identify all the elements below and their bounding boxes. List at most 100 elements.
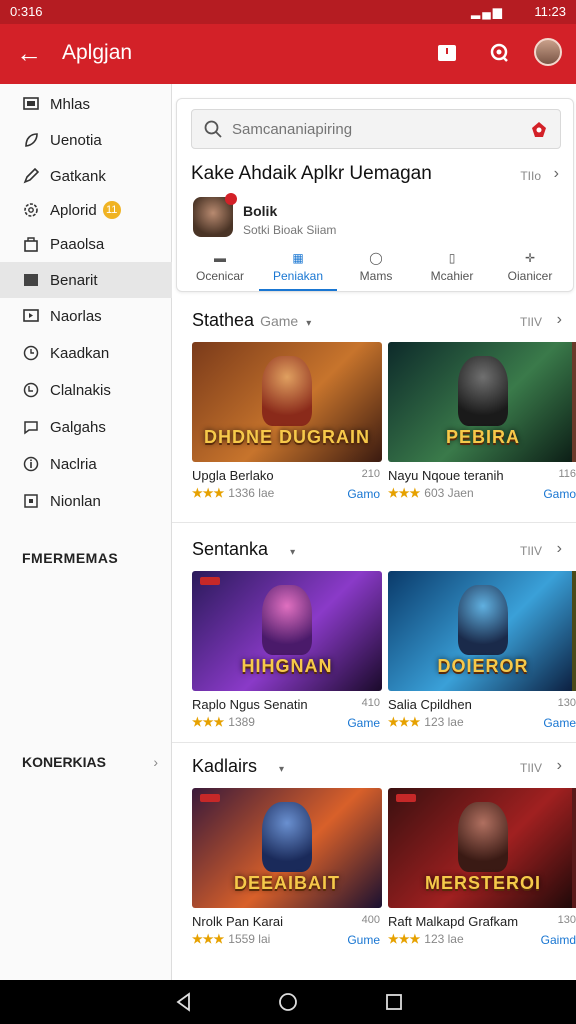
chevron-right-icon[interactable]: ›: [557, 540, 562, 558]
sidebar-item-label: Clalnakis: [50, 381, 111, 399]
game-logo-text: DOIEROR: [437, 656, 529, 676]
sidebar: Mhlas Uenotia Gatkank Aplorid 11 Paaolsa…: [0, 84, 172, 980]
game-art: HIHGNAN: [192, 571, 382, 691]
chevron-right-icon[interactable]: ›: [554, 165, 559, 183]
sidebar-item-aplorid[interactable]: Aplorid 11: [0, 192, 172, 228]
sidebar-item-benarit[interactable]: Benarit: [0, 262, 172, 298]
tab-peniakan[interactable]: ▦ Peniakan: [259, 249, 337, 291]
status-clock: 11:23: [534, 4, 566, 19]
tab-mcahier[interactable]: ▯ Mcahier: [413, 249, 491, 291]
search-input[interactable]: [232, 119, 522, 139]
game-card[interactable]: DOIEROR Salia Cpildhen 130 ★★★ 123 lae Ga…: [388, 571, 576, 730]
rating-count: 1389: [228, 715, 255, 729]
star-icon: ★★★: [388, 715, 421, 729]
game-art: MERSTEROI: [388, 788, 576, 908]
rating-count: 1559 lai: [228, 932, 271, 946]
pen-icon: [22, 167, 40, 185]
dropdown-icon[interactable]: ▾: [279, 764, 284, 775]
game-card-peek[interactable]: [572, 342, 576, 462]
game-art: DEEAIBAIT: [192, 788, 382, 908]
nav-home-icon[interactable]: [276, 990, 300, 1014]
rating-count: 1336 lae: [228, 486, 275, 500]
sidebar-item-uenotia[interactable]: Uenotia: [0, 122, 172, 158]
sidebar-item-clalnakis[interactable]: Clalnakis: [0, 372, 172, 408]
back-arrow-icon[interactable]: ←: [16, 38, 42, 68]
game-rating: ★★★ 1336 lae: [192, 486, 274, 500]
nav-back-icon[interactable]: [172, 990, 196, 1014]
search-bar[interactable]: [191, 109, 561, 149]
game-size: 116: [558, 468, 576, 480]
game-name: Raplo Ngus Senatin: [192, 697, 308, 712]
tv-icon: [22, 307, 40, 325]
section-more-label[interactable]: TIIV: [520, 315, 542, 329]
game-name: Upgla Berlako: [192, 468, 274, 483]
section-divider: [172, 742, 576, 743]
nav-recents-icon[interactable]: [382, 990, 406, 1014]
chat-icon: [22, 418, 40, 436]
featured-more-label[interactable]: TIIo: [520, 169, 541, 183]
game-card[interactable]: DHDNE DUGRAIN Upgla Berlako 210 ★★★ 1336 …: [192, 342, 382, 501]
sidebar-item-gatkank[interactable]: Gatkank: [0, 158, 172, 194]
sidebar-item-label: Paaolsa: [50, 235, 105, 253]
info-icon[interactable]: [434, 40, 460, 66]
section-title: Sentanka ▾: [192, 539, 295, 560]
section-more-label[interactable]: TIIV: [520, 761, 542, 775]
game-card[interactable]: MERSTEROI Raft Malkapd Grafkam 130 ★★★ 12…: [388, 788, 576, 947]
game-hero: [458, 585, 508, 655]
game-logo-text: HIHGNAN: [241, 656, 333, 676]
tab-ocenicar[interactable]: ▬ Ocenicar: [181, 249, 259, 291]
game-art: DOIEROR: [388, 571, 576, 691]
game-badge: [200, 794, 220, 802]
game-category: Gaimd: [540, 933, 576, 947]
sidebar-item-nionlan[interactable]: Nionlan: [0, 483, 172, 519]
game-rating: ★★★ 603 Jaen: [388, 486, 474, 500]
rating-count: 603 Jaen: [424, 486, 474, 500]
chevron-right-icon: ›: [153, 754, 158, 770]
section-title: Kadlairs ▾: [192, 756, 284, 777]
sidebar-item-label: Galgahs: [50, 418, 106, 436]
featured-app-icon[interactable]: [193, 193, 237, 237]
featured-app-subtitle: Sotki Bioak Siiam: [243, 223, 337, 237]
sidebar-item-mhlas[interactable]: Mhlas: [0, 86, 172, 122]
tab-oianicer[interactable]: ✛ Oianicer: [491, 249, 569, 291]
game-card-peek[interactable]: [572, 788, 576, 908]
clock-icon: [22, 344, 40, 362]
sidebar-more-link[interactable]: KONERKIAS ›: [22, 754, 158, 770]
tab-label: Oianicer: [507, 269, 553, 283]
section-title-text: Kadlairs: [192, 756, 258, 776]
game-card[interactable]: HIHGNAN Raplo Ngus Senatin 410 ★★★ 1389 G…: [192, 571, 382, 730]
game-category: Game: [543, 716, 576, 730]
section-more-label[interactable]: TIIV: [520, 544, 542, 558]
status-bar: 0:316 ▂▄▆ 11:23: [0, 0, 576, 24]
game-card-peek[interactable]: [572, 571, 576, 691]
rating-count: 123 lae: [424, 932, 464, 946]
game-category: Game: [347, 716, 380, 730]
dropdown-icon[interactable]: ▾: [306, 318, 311, 329]
sidebar-item-galgahs[interactable]: Galgahs: [0, 409, 172, 445]
account-search-icon[interactable]: [486, 40, 512, 66]
tab-mams[interactable]: ◯ Mams: [337, 249, 415, 291]
info-circle-icon: [22, 455, 40, 473]
section-title-text: Sentanka: [192, 539, 269, 559]
avatar[interactable]: [534, 38, 562, 66]
settings-icon: [22, 201, 40, 219]
category-tabs: ▬ Ocenicar ▦ Peniakan ◯ Mams ▯ Mcahier ✛…: [177, 249, 573, 291]
game-card[interactable]: PEBIRA Nayu Nqoue teranih 116 ★★★ 603 Jae…: [388, 342, 576, 501]
tab-icon: ▯: [448, 251, 456, 265]
tab-label: Peniakan: [272, 269, 324, 283]
sidebar-item-paaolsa[interactable]: Paaolsa: [0, 226, 172, 262]
game-size: 210: [361, 468, 380, 480]
chevron-right-icon[interactable]: ›: [557, 311, 562, 329]
box-icon: [22, 492, 40, 510]
sidebar-item-naclria[interactable]: Naclria: [0, 446, 172, 482]
mic-icon[interactable]: [530, 121, 548, 144]
dropdown-icon[interactable]: ▾: [290, 547, 295, 558]
sidebar-item-naorlas[interactable]: Naorlas: [0, 298, 172, 334]
notification-badge: 11: [102, 201, 121, 219]
game-hero: [458, 356, 508, 426]
sidebar-item-kaadkan[interactable]: Kaadkan: [0, 335, 172, 371]
sidebar-item-label: Nionlan: [50, 492, 101, 510]
chevron-right-icon[interactable]: ›: [557, 757, 562, 775]
sidebar-item-label: Benarit: [50, 271, 98, 289]
game-card[interactable]: DEEAIBAIT Nrolk Pan Karai 400 ★★★ 1559 la…: [192, 788, 382, 947]
